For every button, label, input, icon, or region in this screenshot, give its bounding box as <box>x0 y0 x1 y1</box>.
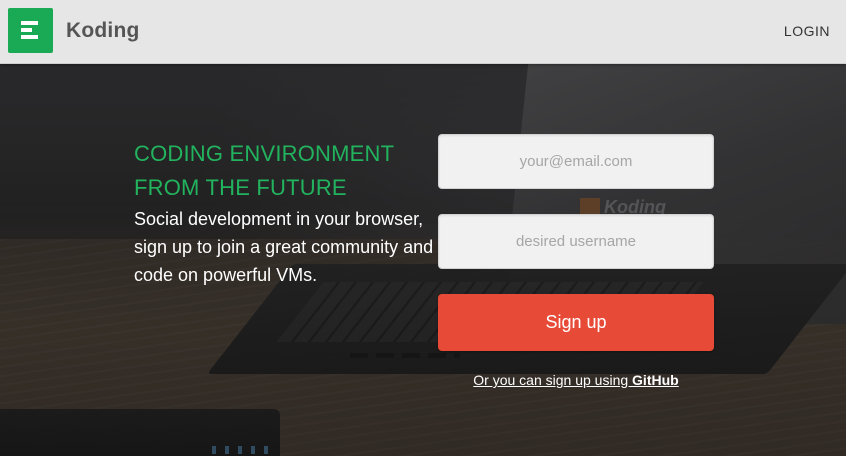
github-provider-label: GitHub <box>632 372 679 388</box>
signup-button[interactable]: Sign up <box>438 294 714 351</box>
email-input[interactable] <box>438 134 714 189</box>
koding-logo-icon[interactable] <box>8 8 53 53</box>
brand-name[interactable]: Koding <box>66 19 140 43</box>
top-bar: Koding LOGIN <box>0 0 846 64</box>
github-signup-prefix: Or you can sign up using <box>473 372 633 388</box>
hero-headline-line-1: CODING ENVIRONMENT <box>134 141 395 166</box>
hero-headline: CODING ENVIRONMENT FROM THE FUTURE <box>134 137 434 205</box>
koding-landing-page: Koding LOGIN Koding CODING ENVIRONMENT F… <box>0 0 846 456</box>
username-input[interactable] <box>438 214 714 269</box>
login-link[interactable]: LOGIN <box>784 23 830 39</box>
github-signup-link[interactable]: Or you can sign up using GitHub <box>438 372 714 388</box>
hero-tagline: Social development in your browser, sign… <box>134 209 434 285</box>
hero-headline-line-2: FROM THE FUTURE <box>134 175 347 200</box>
